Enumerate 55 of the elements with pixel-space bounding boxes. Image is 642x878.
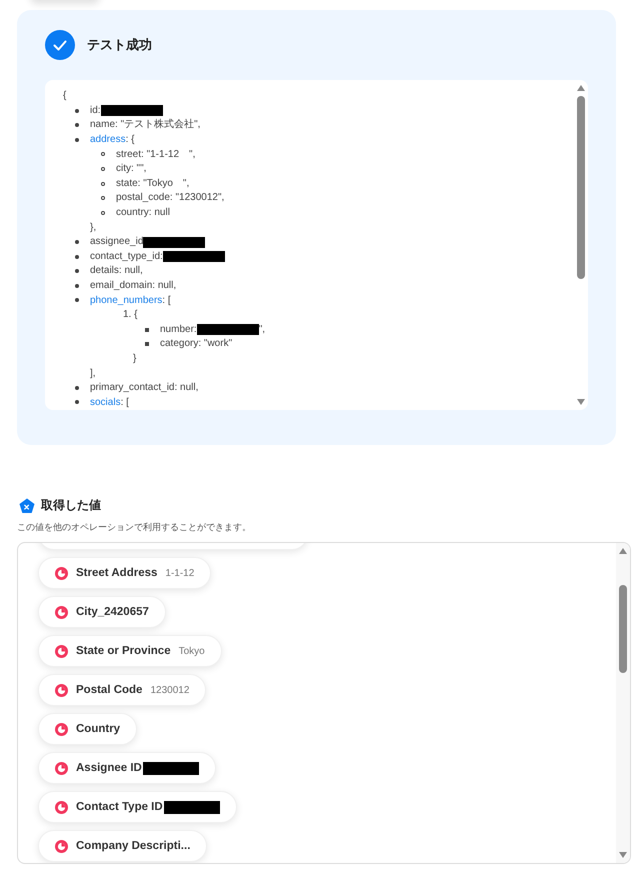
clock-icon bbox=[55, 800, 68, 814]
scroll-up-icon[interactable] bbox=[618, 547, 628, 555]
code-line: category: "work" bbox=[160, 338, 232, 350]
code-line: name: "テスト株式会社", bbox=[90, 119, 200, 132]
code-line: street: "1-1-12 ", bbox=[116, 148, 196, 161]
code-line: }, bbox=[90, 222, 96, 234]
code-line: state: "Tokyo ", bbox=[116, 178, 190, 190]
value-chip[interactable]: Country bbox=[38, 713, 138, 745]
value-chip[interactable]: Assignee ID bbox=[38, 752, 216, 784]
scroll-thumb[interactable] bbox=[577, 96, 585, 279]
scroll-down-icon[interactable] bbox=[618, 851, 628, 859]
clock-icon bbox=[55, 840, 68, 852]
code-line: : { bbox=[126, 134, 134, 146]
code-line: ], bbox=[90, 368, 96, 380]
key-link[interactable]: socials bbox=[90, 396, 121, 409]
value-chip[interactable]: Contact Type ID bbox=[38, 791, 237, 823]
clock-icon bbox=[55, 644, 68, 658]
value-chip[interactable]: Street Address 1-1-12 bbox=[38, 557, 212, 589]
scroll-up-icon[interactable] bbox=[576, 84, 586, 92]
scroll-thumb[interactable] bbox=[619, 585, 627, 673]
code-line: ", bbox=[258, 324, 266, 336]
code-line: { bbox=[134, 309, 138, 322]
code-line: number: bbox=[160, 324, 197, 336]
list-number: 1. bbox=[123, 309, 132, 322]
value-chip[interactable]: Company Descripti... bbox=[38, 830, 208, 862]
code-line: : [ bbox=[162, 294, 171, 307]
result-title: テスト成功 bbox=[87, 36, 152, 54]
clock-icon bbox=[55, 722, 68, 736]
code-line: email_domain: null, bbox=[90, 280, 176, 292]
code-line: assignee_id bbox=[90, 236, 144, 248]
code-line: : [ bbox=[120, 396, 129, 409]
code-line: primary_contact_id: null, bbox=[90, 382, 198, 394]
scrollbar[interactable] bbox=[616, 543, 630, 863]
code-line: contact_type_id: bbox=[90, 250, 163, 263]
check-icon bbox=[45, 30, 75, 60]
key-link[interactable]: address bbox=[90, 134, 126, 146]
clock-icon bbox=[55, 762, 68, 774]
clock-icon bbox=[55, 566, 68, 580]
code-line: country: null bbox=[116, 207, 170, 220]
code-line: { bbox=[63, 90, 66, 102]
pentagon-icon bbox=[19, 498, 35, 514]
scroll-down-icon[interactable] bbox=[576, 398, 586, 406]
value-chip[interactable]: State or Province Tokyo bbox=[38, 635, 222, 667]
section-title: 取得した値 bbox=[41, 497, 101, 514]
section-description: この値を他のオペレーションで利用することができます。 bbox=[17, 521, 252, 534]
code-line: city: "", bbox=[116, 163, 146, 176]
value-chip[interactable]: City_2420657 bbox=[38, 596, 166, 628]
code-line: } bbox=[133, 352, 136, 365]
value-chip[interactable]: Postal Code 1230012 bbox=[38, 674, 206, 706]
code-line: postal_code: "1230012", bbox=[116, 192, 224, 204]
code-line: details: null, bbox=[90, 265, 143, 278]
clock-icon bbox=[55, 606, 68, 618]
clock-icon bbox=[55, 684, 68, 696]
key-link[interactable]: phone_numbers bbox=[90, 294, 162, 307]
code-line: id: bbox=[90, 104, 101, 117]
